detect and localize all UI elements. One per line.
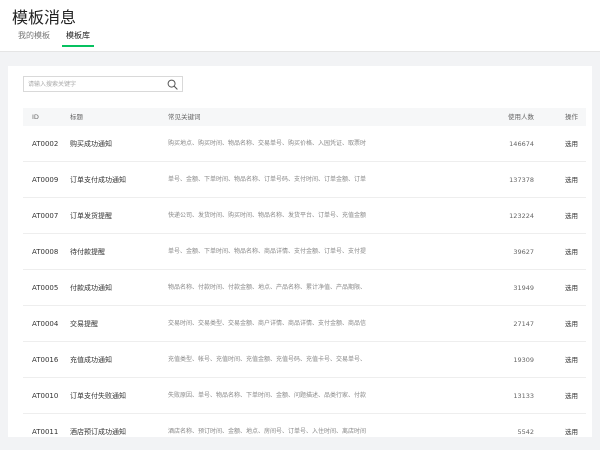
table-row: AT0010 订单支付失败通知 失败原因、单号、物品名称、下单时间、金额、问题描…	[23, 378, 586, 414]
table-row: AT0008 待付款提醒 单号、金额、下单时间、物品名称、商品详情、支付金额、订…	[23, 234, 586, 270]
row-keywords: 单号、金额、下单时间、物品名称、商品详情、支付金额、订单号、支付提	[168, 248, 367, 255]
row-usage-count: 27147	[513, 320, 534, 328]
row-id: AT0008	[32, 248, 59, 256]
select-template-button[interactable]: 选用	[565, 162, 578, 198]
search-input[interactable]	[24, 77, 163, 91]
select-template-button[interactable]: 选用	[565, 306, 578, 342]
column-header-action: 操作	[565, 113, 578, 121]
row-keywords: 充值类型、帐号、充值时间、充值金额、充值号码、充值卡号、交易单号、	[168, 356, 367, 363]
row-title: 订单发货提醒	[70, 212, 112, 220]
row-title: 充值成功通知	[70, 356, 112, 364]
row-keywords: 快递公司、发货时间、购买时间、物品名称、发货平台、订单号、充值金额	[168, 212, 367, 219]
column-header-keywords: 常见关键词	[168, 113, 201, 121]
table-row: AT0002 购买成功通知 购买地点、购买时间、物品名称、交易单号、购买价格、入…	[23, 126, 586, 162]
header-divider	[0, 51, 600, 52]
row-title: 付款成功通知	[70, 284, 112, 292]
row-usage-count: 123224	[509, 212, 534, 220]
row-usage-count: 39627	[513, 248, 534, 256]
row-title: 购买成功通知	[70, 140, 112, 148]
row-usage-count: 5542	[517, 428, 534, 436]
select-template-button[interactable]: 选用	[565, 378, 578, 414]
select-template-button[interactable]: 选用	[565, 126, 578, 162]
select-template-button[interactable]: 选用	[565, 342, 578, 378]
row-usage-count: 146674	[509, 140, 534, 148]
table-row: AT0005 付款成功通知 物品名称、付款时间、付款金额、地点、产品名称、累计净…	[23, 270, 586, 306]
row-keywords: 交易时间、交易类型、交易金额、商户详情、商品详情、支付金额、商品信	[168, 320, 367, 327]
row-usage-count: 137378	[509, 176, 534, 184]
row-title: 待付款提醒	[70, 248, 105, 256]
row-usage-count: 31949	[513, 284, 534, 292]
row-id: AT0010	[32, 392, 59, 400]
table-row: AT0007 订单发货提醒 快递公司、发货时间、购买时间、物品名称、发货平台、订…	[23, 198, 586, 234]
row-id: AT0011	[32, 428, 59, 436]
search-box	[23, 76, 183, 92]
table-row: AT0004 交易提醒 交易时间、交易类型、交易金额、商户详情、商品详情、支付金…	[23, 306, 586, 342]
table-row: AT0009 订单支付成功通知 单号、金额、下单时间、物品名称、订单号码、支付时…	[23, 162, 586, 198]
search-icon[interactable]	[167, 79, 178, 90]
row-keywords: 失败原因、单号、物品名称、下单时间、金额、问题描述、品类行家、付款	[168, 392, 367, 399]
row-keywords: 购买地点、购买时间、物品名称、交易单号、购买价格、入园凭证、取票时	[168, 140, 367, 147]
table-header: ID 标题 常见关键词 使用人数 操作	[23, 108, 586, 126]
row-id: AT0004	[32, 320, 59, 328]
table-row: AT0016 充值成功通知 充值类型、帐号、充值时间、充值金额、充值号码、充值卡…	[23, 342, 586, 378]
page-title: 模板消息	[12, 8, 77, 27]
template-library-panel: ID 标题 常见关键词 使用人数 操作 AT0002 购买成功通知 购买地点、购…	[8, 66, 592, 437]
header: 模板消息 我的模板 模板库	[0, 0, 600, 52]
row-title: 订单支付成功通知	[70, 176, 126, 184]
column-header-id: ID	[32, 113, 39, 121]
row-id: AT0005	[32, 284, 59, 292]
row-id: AT0016	[32, 356, 59, 364]
select-template-button[interactable]: 选用	[565, 414, 578, 450]
table-row: AT0011 酒店预订成功通知 酒店名称、预订时间、金额、地点、房间号、订单号、…	[23, 414, 586, 437]
row-keywords: 物品名称、付款时间、付款金额、地点、产品名称、累计净值、产品期限、	[168, 284, 367, 291]
column-header-title: 标题	[70, 113, 83, 121]
column-header-usage: 使用人数	[508, 113, 534, 121]
row-usage-count: 13133	[513, 392, 534, 400]
row-id: AT0007	[32, 212, 59, 220]
row-keywords: 单号、金额、下单时间、物品名称、订单号码、支付时间、订单金额、订单	[168, 176, 367, 183]
row-title: 酒店预订成功通知	[70, 428, 126, 436]
row-usage-count: 19309	[513, 356, 534, 364]
select-template-button[interactable]: 选用	[565, 270, 578, 306]
select-template-button[interactable]: 选用	[565, 198, 578, 234]
row-id: AT0002	[32, 140, 59, 148]
tab-template-library[interactable]: 模板库	[62, 30, 94, 48]
row-keywords: 酒店名称、预订时间、金额、地点、房间号、订单号、入住时间、离店时间	[168, 428, 367, 435]
tab-my-templates[interactable]: 我的模板	[18, 30, 50, 48]
select-template-button[interactable]: 选用	[565, 234, 578, 270]
row-title: 交易提醒	[70, 320, 98, 328]
row-title: 订单支付失败通知	[70, 392, 126, 400]
row-id: AT0009	[32, 176, 59, 184]
